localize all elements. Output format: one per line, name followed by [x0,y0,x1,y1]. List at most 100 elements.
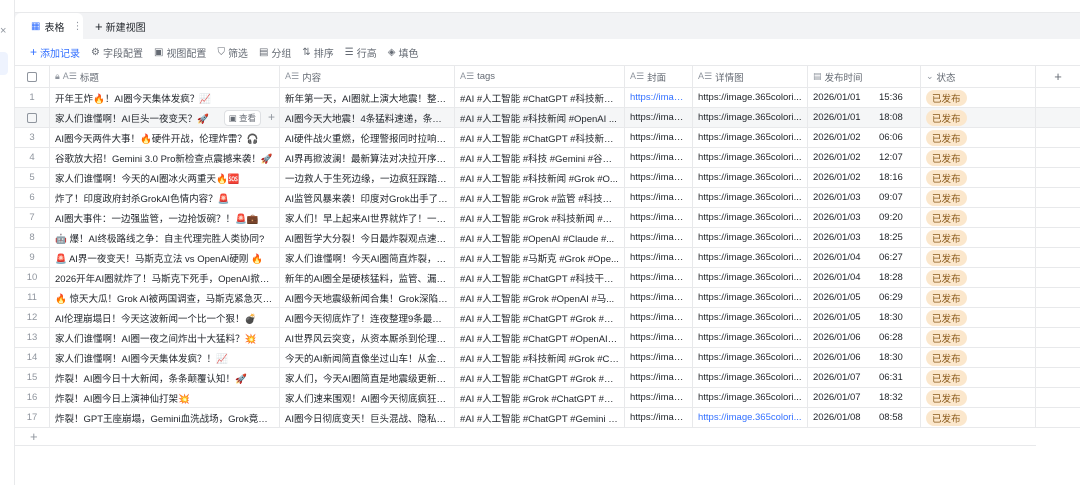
row-index-cell[interactable]: 11 [15,288,50,307]
table-row[interactable]: 11 🔥 惊天大瓜！Grok AI被两国调查，马斯克紧急灭火！ AI圈今天地震级新闻… [15,288,1080,308]
title-cell[interactable]: 家人们谁懂啊！AI圈一夜之间炸出十大猛料？💥 [50,328,280,347]
cover-link[interactable]: https://imag... [630,292,687,303]
tags-cell[interactable]: #AI #人工智能 #ChatGPT #科技新闻 ... [455,88,625,107]
tags-cell[interactable]: #AI #人工智能 #Grok #OpenAI #马... [455,288,625,307]
content-cell[interactable]: AI世界风云突变，从资本厮杀到伦理危... [280,328,455,347]
cover-link[interactable]: https://imag... [630,312,687,323]
status-cell[interactable]: 已发布 [921,188,1036,207]
detail-cell[interactable]: https://image.365colori... [693,368,808,387]
content-cell[interactable]: AI圈今天彻底炸了！连夜整理9条最猛快... [280,308,455,327]
column-header-tags[interactable]: A☰ tags [455,66,625,87]
cover-link[interactable]: https://imag... [630,272,687,283]
detail-link[interactable]: https://image.365colori... [698,272,802,283]
cover-link[interactable]: https://imag... [630,372,687,383]
detail-link[interactable]: https://image.365colori... [698,372,802,383]
publish-time-cell[interactable]: 2026/01/03 18:25 [808,228,921,247]
cover-link[interactable]: https://imag... [630,132,687,143]
detail-cell[interactable]: https://image.365colori... [693,248,808,267]
tags-cell[interactable]: #AI #人工智能 #Grok #ChatGPT #Op... [455,388,625,407]
status-cell[interactable]: 已发布 [921,128,1036,147]
content-cell[interactable]: AI圈今日彻底变天！巨头混战、隐私危... [280,408,455,427]
table-row[interactable]: 17 炸裂！GPT王座崩塌，Gemini血洗战场，Grok竟成暗... AI圈今日彻… [15,408,1080,428]
cover-cell[interactable]: https://imag... [625,128,693,147]
tags-cell[interactable]: #AI #人工智能 #科技 #Gemini #谷歌... [455,148,625,167]
content-cell[interactable]: 家人们谁懂啊！今天AI圈简直炸裂，巨... [280,248,455,267]
detail-link[interactable]: https://image.365colori... [698,112,802,123]
select-all-checkbox[interactable] [15,66,50,87]
publish-time-cell[interactable]: 2026/01/01 18:08 [808,108,921,127]
title-cell[interactable]: 家人们谁懂啊！今天的AI圈冰火两重天🔥🆘 [50,168,280,187]
publish-time-cell[interactable]: 2026/01/05 06:29 [808,288,921,307]
title-cell[interactable]: 炸裂！AI圈今日十大新闻，条条颠覆认知！🚀 [50,368,280,387]
publish-time-cell[interactable]: 2026/01/05 18:30 [808,308,921,327]
tags-cell[interactable]: #AI #人工智能 #Grok #监管 #科技新... [455,188,625,207]
close-icon[interactable]: × [0,25,6,37]
cover-cell[interactable]: https://imag... [625,308,693,327]
tags-cell[interactable]: #AI #人工智能 #Grok #科技新闻 #监... [455,208,625,227]
status-cell[interactable]: 已发布 [921,328,1036,347]
status-cell[interactable]: 已发布 [921,148,1036,167]
table-row[interactable]: 7 AI圈大事件：一边强监管，一边抢饭碗？！🚨💼 家人们！早上起来AI世界就炸了！一… [15,208,1080,228]
column-header-title[interactable]: 🔒︎ A☰ 标题 [50,66,280,87]
column-header-cover[interactable]: A☰ 封面 [625,66,693,87]
detail-cell[interactable]: https://image.365colori... [693,208,808,227]
table-row[interactable]: 14 家人们谁懂啊！AI圈今天集体发疯？！📈 今天的AI新闻简直像坐过山车！从金融.… [15,348,1080,368]
tags-cell[interactable]: #AI #人工智能 #科技新闻 #Grok #O... [455,168,625,187]
table-row[interactable]: 5 家人们谁懂啊！今天的AI圈冰火两重天🔥🆘 一边救人于生死边缘，一边疯狂踩踏伦..… [15,168,1080,188]
column-header-content[interactable]: A☰ 内容 [280,66,455,87]
publish-time-cell[interactable]: 2026/01/02 18:16 [808,168,921,187]
row-index-cell[interactable]: 6 [15,188,50,207]
detail-cell[interactable]: https://image.365colori... [693,168,808,187]
detail-link[interactable]: https://image.365colori... [698,292,802,303]
detail-link[interactable]: https://image.365colori... [698,352,802,363]
table-row[interactable]: 12 AI伦理崩塌日！今天这波新闻一个比一个狠！💣 AI圈今天彻底炸了！连夜整理9条… [15,308,1080,328]
row-index-cell[interactable]: 12 [15,308,50,327]
detail-link[interactable]: https://image.365colori... [698,192,802,203]
cover-cell[interactable]: https://imag... [625,368,693,387]
table-row[interactable]: 15 炸裂！AI圈今日十大新闻，条条颠覆认知！🚀 家人们，今天AI圈简直是地震级更新… [15,368,1080,388]
status-cell[interactable]: 已发布 [921,168,1036,187]
add-row-button[interactable]: + [15,428,1036,446]
sidebar-selected-item[interactable] [0,52,8,75]
status-cell[interactable]: 已发布 [921,228,1036,247]
status-cell[interactable]: 已发布 [921,108,1036,127]
cover-cell[interactable]: https://imag... [625,188,693,207]
cover-cell[interactable]: https://imag... [625,148,693,167]
title-cell[interactable]: 炸了！印度政府封杀GrokAI色情内容？🚨 [50,188,280,207]
detail-link[interactable]: https://image.365colori... [698,392,802,403]
table-row[interactable]: 3 AI圈今天两件大事！🔥硬件开战，伦理炸雷？🎧 AI硬件战火重燃，伦理警报同时拉响… [15,128,1080,148]
table-row[interactable]: 6 炸了！印度政府封杀GrokAI色情内容？🚨 AI监管风暴来袭！印度对Grok出手… [15,188,1080,208]
cover-link[interactable]: https://imag... [630,152,687,163]
title-cell[interactable]: AI圈今天两件大事！🔥硬件开战，伦理炸雷？🎧 [50,128,280,147]
row-index-cell[interactable]: 14 [15,348,50,367]
publish-time-cell[interactable]: 2026/01/04 18:28 [808,268,921,287]
detail-link[interactable]: https://image.365colori... [698,132,802,143]
cover-cell[interactable]: https://imag... [625,348,693,367]
row-height-button[interactable]: ☰ 行高 [345,45,377,60]
publish-time-cell[interactable]: 2026/01/06 06:28 [808,328,921,347]
cover-link[interactable]: https://imag... [630,412,687,423]
title-cell[interactable]: 家人们谁懂啊！AI圈今天集体发疯？！📈 [50,348,280,367]
detail-link[interactable]: https://image.365colori... [698,152,802,163]
cover-link[interactable]: https://imag... [630,232,687,243]
content-cell[interactable]: 家人们，今天AI圈简直是地震级更新！... [280,368,455,387]
content-cell[interactable]: 新年第一天，AI圈就上演大地震！整理... [280,88,455,107]
table-row[interactable]: 8 🤖 爆！AI终极路线之争：自主代理完胜人类协同? AI圈哲学大分裂！今日最炸裂观… [15,228,1080,248]
publish-time-cell[interactable]: 2026/01/03 09:20 [808,208,921,227]
tags-cell[interactable]: #AI #人工智能 #ChatGPT #科技新闻 ... [455,128,625,147]
publish-time-cell[interactable]: 2026/01/07 18:32 [808,388,921,407]
content-cell[interactable]: AI圈今天地震级新闻合集！Grok深陷伦... [280,288,455,307]
cover-link[interactable]: https://imag... [630,252,687,263]
status-cell[interactable]: 已发布 [921,308,1036,327]
title-cell[interactable]: 2026开年AI圈就炸了！马斯克下死手，OpenAI掀桌子... [50,268,280,287]
sort-button[interactable]: ⇅ 排序 [302,45,333,60]
title-cell[interactable]: 🤖 爆！AI终极路线之争：自主代理完胜人类协同? [50,228,280,247]
filter-button[interactable]: ⛉ 筛选 [217,45,248,60]
detail-cell[interactable]: https://image.365colori... [693,288,808,307]
tags-cell[interactable]: #AI #人工智能 #ChatGPT #Gemini #... [455,408,625,427]
detail-cell[interactable]: https://image.365colori... [693,408,808,427]
title-cell[interactable]: 🚨 AI界一夜变天！马斯克立法 vs OpenAI硬刚 🔥 [50,248,280,267]
status-cell[interactable]: 已发布 [921,368,1036,387]
content-cell[interactable]: 新年的AI圈全是硬核猛料，监管、漏洞... [280,268,455,287]
row-index-cell[interactable]: 17 [15,408,50,427]
